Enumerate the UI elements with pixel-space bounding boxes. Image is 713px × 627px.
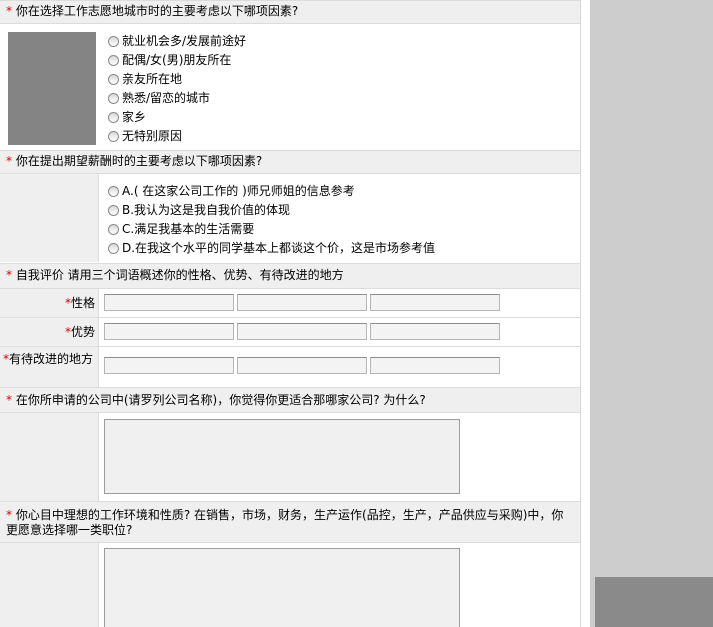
radio-option[interactable]: 亲友所在地 (108, 70, 182, 89)
question-company-fit: * 在你所申请的公司中(请罗列公司名称)，你觉得你更适合那哪家公司? 为什么? (0, 387, 580, 413)
question-city-factors: * 你在选择工作志愿地城市时的主要考虑以下哪项因素? (0, 0, 580, 24)
strength-word-2-input[interactable] (237, 323, 367, 340)
required-marker: * (6, 154, 12, 168)
personality-word-1-input[interactable] (104, 294, 234, 311)
applicant-photo (8, 32, 96, 145)
right-sidebar (590, 0, 713, 627)
radio-option[interactable]: D.在我这个水平的同学基本上都谈这个价，这是市场参考值 (108, 239, 435, 258)
radio-option[interactable]: A.( 在这家公司工作的 )师兄师姐的信息参考 (108, 182, 355, 201)
radio-option[interactable]: 就业机会多/发展前途好 (108, 32, 246, 51)
radio-option[interactable]: 熟悉/留恋的城市 (108, 89, 210, 108)
row-divider (0, 317, 580, 318)
row-divider (0, 346, 580, 347)
improvement-word-1-input[interactable] (104, 357, 234, 374)
personality-word-2-input[interactable] (237, 294, 367, 311)
radio-button[interactable] (108, 74, 119, 85)
field-label-personality: *性格 (64, 296, 95, 310)
ideal-job-textarea[interactable] (104, 548, 460, 627)
option-label: 亲友所在地 (122, 72, 183, 86)
radio-button[interactable] (108, 205, 119, 216)
field-label-strengths: *优势 (64, 325, 95, 339)
radio-option[interactable]: 家乡 (108, 108, 146, 127)
question-ideal-job: * 你心目中理想的工作环境和性质? 在销售，市场，财务，生产运作(品控，生产，产… (0, 501, 580, 543)
required-marker: * (6, 508, 12, 522)
improvement-word-3-input[interactable] (370, 357, 500, 374)
improvement-word-2-input[interactable] (237, 357, 367, 374)
sidebar-panel (595, 577, 713, 627)
radio-button[interactable] (108, 224, 119, 235)
radio-button[interactable] (108, 243, 119, 254)
option-label: B.我认为这是我自我价值的体现 (122, 203, 291, 217)
option-label: 熟悉/留恋的城市 (122, 91, 211, 105)
question-text: 你在选择工作志愿地城市时的主要考虑以下哪项因素? (15, 4, 299, 18)
option-label: C.满足我基本的生活需要 (122, 222, 255, 236)
question-text: 你心目中理想的工作环境和性质? 在销售，市场，财务，生产运作(品控，生产，产品供… (6, 508, 564, 537)
question-text: 自我评价 请用三个词语概述你的性格、优势、有待改进的地方 (15, 268, 344, 282)
radio-button[interactable] (108, 112, 119, 123)
left-column (0, 543, 99, 627)
question-text: 你在提出期望薪酬时的主要考虑以下哪项因素? (15, 154, 263, 168)
radio-button[interactable] (108, 131, 119, 142)
option-label: 就业机会多/发展前途好 (122, 34, 247, 48)
option-label: 配偶/女(男)朋友所在 (122, 53, 232, 67)
radio-button[interactable] (108, 55, 119, 66)
radio-option[interactable]: 无特别原因 (108, 127, 182, 146)
option-label: 无特别原因 (122, 129, 183, 143)
required-marker: * (6, 393, 12, 407)
radio-button[interactable] (108, 186, 119, 197)
question-salary-factors: * 你在提出期望薪酬时的主要考虑以下哪项因素? (0, 150, 580, 174)
personality-word-3-input[interactable] (370, 294, 500, 311)
option-label: 家乡 (122, 110, 147, 124)
option-label: D.在我这个水平的同学基本上都谈这个价，这是市场参考值 (122, 241, 436, 255)
left-column (0, 413, 99, 501)
strength-word-3-input[interactable] (370, 323, 500, 340)
question-text: 在你所申请的公司中(请罗列公司名称)，你觉得你更适合那哪家公司? 为什么? (15, 393, 426, 407)
radio-button[interactable] (108, 36, 119, 47)
radio-option[interactable]: B.我认为这是我自我价值的体现 (108, 201, 290, 220)
radio-option[interactable]: C.满足我基本的生活需要 (108, 220, 254, 239)
radio-button[interactable] (108, 93, 119, 104)
strength-word-1-input[interactable] (104, 323, 234, 340)
left-column (0, 174, 99, 262)
company-fit-textarea[interactable] (104, 419, 460, 494)
required-marker: * (6, 268, 12, 282)
question-self-evaluation: * 自我评价 请用三个词语概述你的性格、优势、有待改进的地方 (0, 263, 580, 289)
radio-option[interactable]: 配偶/女(男)朋友所在 (108, 51, 231, 70)
field-label-improvements: *有待改进的地方 (2, 352, 93, 366)
option-label: A.( 在这家公司工作的 )师兄师姐的信息参考 (122, 184, 355, 198)
survey-form: * 你在选择工作志愿地城市时的主要考虑以下哪项因素? 就业机会多/发展前途好 配… (0, 0, 581, 627)
required-marker: * (6, 4, 12, 18)
